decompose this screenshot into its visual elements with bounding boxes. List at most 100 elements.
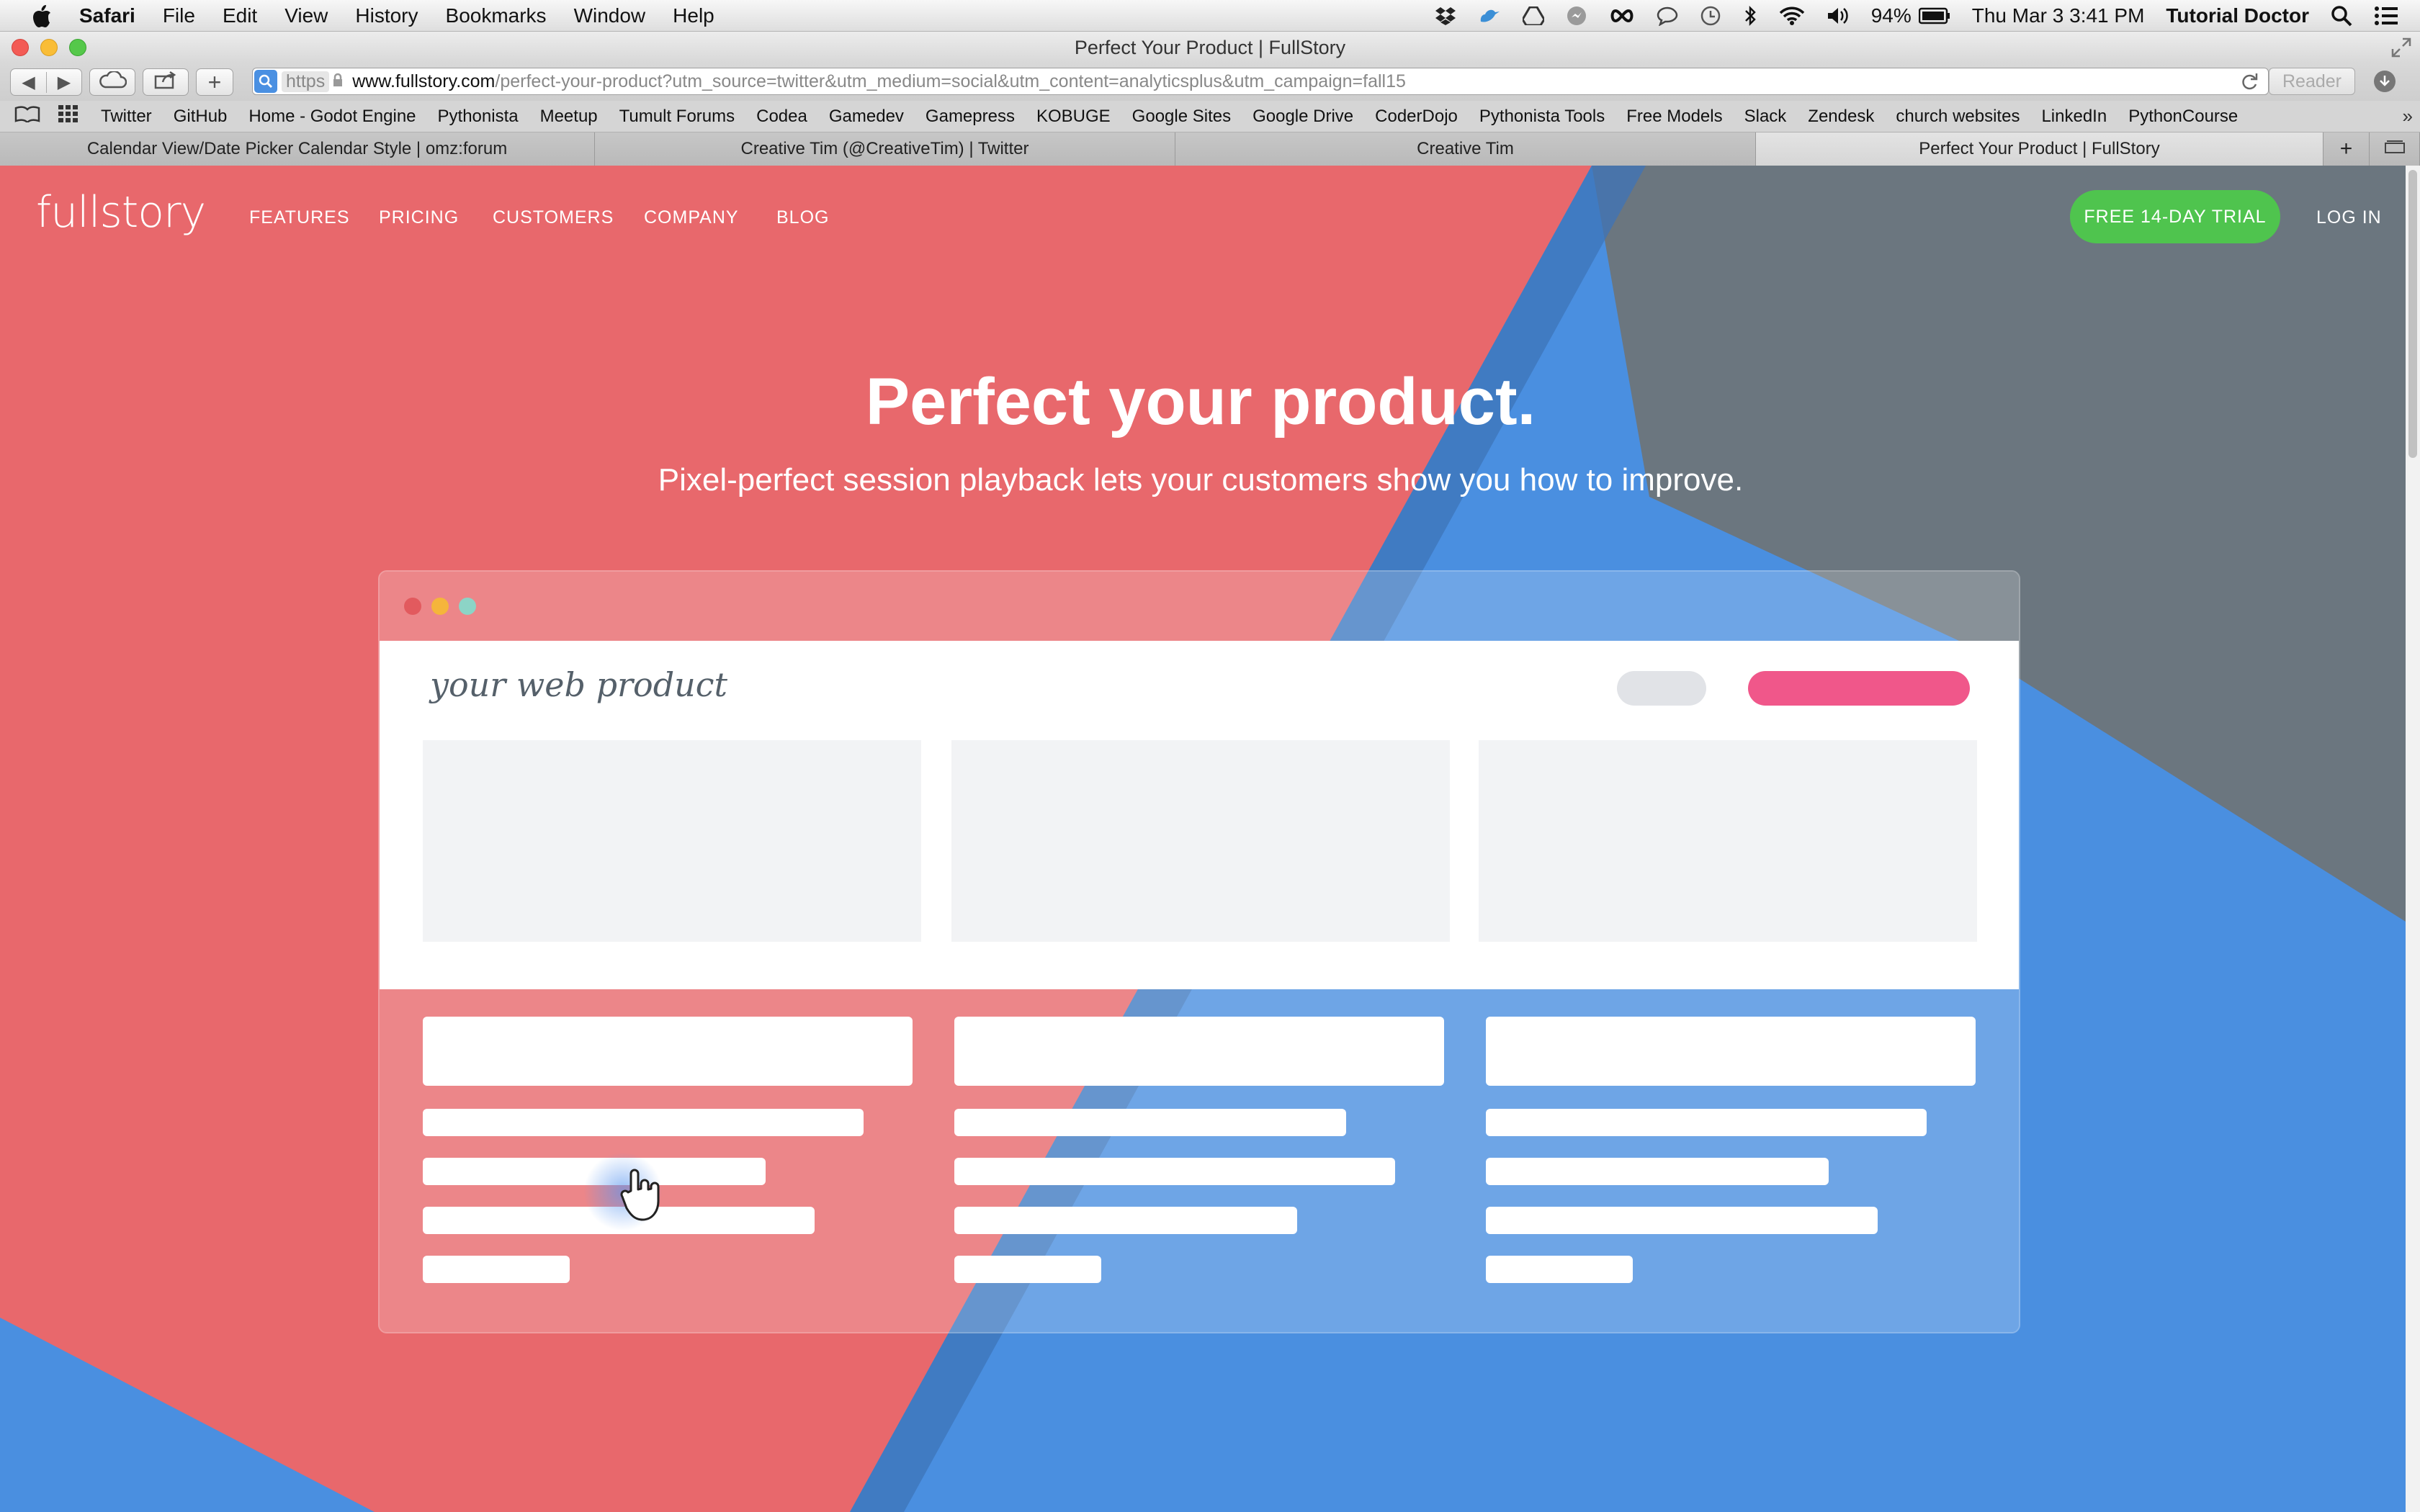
- menu-bar: Safari File Edit View History Bookmarks …: [0, 0, 2420, 32]
- bookmark-pythonista[interactable]: Pythonista: [438, 107, 519, 127]
- tab-bar: Calendar View/Date Picker Calendar Style…: [0, 132, 2420, 166]
- mockup-line: [954, 1256, 1101, 1283]
- reading-list-icon[interactable]: [14, 105, 40, 127]
- nav-company[interactable]: COMPANY: [644, 207, 739, 228]
- battery-icon[interactable]: [1918, 7, 1950, 24]
- mockup-zoom-dot: [459, 598, 476, 615]
- nav-blog[interactable]: BLOG: [776, 207, 829, 228]
- bookmark-tumult-forums[interactable]: Tumult Forums: [619, 107, 735, 127]
- tab-creative-tim[interactable]: Creative Tim: [1175, 132, 1756, 166]
- forward-icon[interactable]: ▶: [45, 71, 81, 93]
- menu-view[interactable]: View: [284, 4, 328, 27]
- free-trial-button[interactable]: FREE 14-DAY TRIAL: [2070, 190, 2280, 243]
- tab-label: Creative Tim: [1417, 139, 1514, 158]
- scrollbar-thumb[interactable]: [2408, 170, 2417, 458]
- mockup-card: [423, 740, 921, 942]
- fullstory-logo[interactable]: fullstory: [36, 187, 206, 238]
- apple-icon[interactable]: [26, 0, 58, 32]
- bookmark-codea[interactable]: Codea: [756, 107, 807, 127]
- close-window-button[interactable]: [12, 39, 29, 56]
- bookmark-godot[interactable]: Home - Godot Engine: [248, 107, 416, 127]
- dropbox-icon[interactable]: [1435, 6, 1456, 26]
- address-bar[interactable]: https www.fullstory.com /perfect-your-pr…: [252, 68, 2269, 95]
- notification-center-icon[interactable]: [2374, 6, 2398, 26]
- window-title-bar: Perfect Your Product | FullStory: [0, 32, 2420, 63]
- nav-pricing[interactable]: PRICING: [379, 207, 459, 228]
- tab-overview-button[interactable]: [2370, 132, 2420, 166]
- bookmark-coderdojo[interactable]: CoderDojo: [1375, 107, 1458, 127]
- mockup-card: [1479, 740, 1977, 942]
- mockup-logo-text: your web product: [430, 665, 728, 704]
- mockup-pink-pill: [1748, 671, 1970, 706]
- menu-window[interactable]: Window: [574, 4, 646, 27]
- bookmark-google-drive[interactable]: Google Drive: [1252, 107, 1353, 127]
- nav-features[interactable]: FEATURES: [249, 207, 350, 228]
- mockup-block: [954, 1017, 1444, 1086]
- minimize-window-button[interactable]: [40, 39, 58, 56]
- menu-app-safari[interactable]: Safari: [79, 4, 135, 27]
- icloud-tabs-button[interactable]: [89, 68, 135, 96]
- zoom-window-button[interactable]: [69, 39, 86, 56]
- new-tab-button[interactable]: +: [196, 68, 233, 96]
- bookmark-gamepress[interactable]: Gamepress: [926, 107, 1015, 127]
- tab-overview-icon: [2384, 139, 2406, 159]
- hero-headline: Perfect your product.: [865, 365, 1536, 438]
- user-name[interactable]: Tutorial Doctor: [2166, 4, 2309, 27]
- mockup-line: [954, 1158, 1395, 1185]
- back-forward-buttons: ◀ ▶: [10, 68, 82, 96]
- chat-bubble-icon[interactable]: [1657, 6, 1678, 26]
- menu-help[interactable]: Help: [673, 4, 714, 27]
- mockup-line: [423, 1109, 864, 1136]
- menu-history[interactable]: History: [355, 4, 418, 27]
- more-bookmarks-icon[interactable]: »: [2403, 105, 2413, 127]
- bookmark-kobuge[interactable]: KOBUGE: [1036, 107, 1111, 127]
- reader-button[interactable]: Reader: [2269, 68, 2355, 95]
- menu-edit[interactable]: Edit: [223, 4, 257, 27]
- menu-file[interactable]: File: [163, 4, 195, 27]
- bookmark-church-websites[interactable]: church websites: [1896, 107, 2020, 127]
- mockup-gray-pill: [1617, 671, 1706, 706]
- bird-app-icon[interactable]: [1478, 6, 1501, 26]
- spotlight-search-icon[interactable]: [2331, 5, 2352, 27]
- time-machine-icon[interactable]: [1700, 5, 1721, 27]
- share-icon: [154, 71, 177, 94]
- downloads-icon[interactable]: [2374, 71, 2396, 92]
- nav-customers[interactable]: CUSTOMERS: [493, 207, 614, 228]
- messenger-icon[interactable]: [1566, 5, 1587, 27]
- bluetooth-icon[interactable]: [1743, 5, 1757, 27]
- bookmark-gamedev[interactable]: Gamedev: [829, 107, 904, 127]
- fullscreen-icon[interactable]: [2391, 37, 2411, 61]
- mockup-line: [1486, 1158, 1829, 1185]
- bookmark-free-models[interactable]: Free Models: [1626, 107, 1722, 127]
- top-sites-icon[interactable]: [58, 104, 79, 128]
- bookmark-slack[interactable]: Slack: [1744, 107, 1787, 127]
- bookmark-twitter[interactable]: Twitter: [101, 107, 152, 127]
- reload-icon[interactable]: [2239, 71, 2259, 94]
- share-button[interactable]: [143, 68, 189, 96]
- url-host: www.fullstory.com: [352, 71, 496, 91]
- menu-bookmarks[interactable]: Bookmarks: [446, 4, 547, 27]
- search-icon: [254, 70, 277, 93]
- bookmark-google-sites[interactable]: Google Sites: [1132, 107, 1231, 127]
- bookmark-pythoncourse[interactable]: PythonCourse: [2128, 107, 2238, 127]
- infinity-icon[interactable]: [1609, 8, 1635, 24]
- mockup-line: [954, 1109, 1346, 1136]
- bookmark-github[interactable]: GitHub: [174, 107, 228, 127]
- bookmark-zendesk[interactable]: Zendesk: [1808, 107, 1874, 127]
- clock-datetime[interactable]: Thu Mar 3 3:41 PM: [1972, 4, 2145, 27]
- bookmark-pythonista-tools[interactable]: Pythonista Tools: [1479, 107, 1605, 127]
- back-icon[interactable]: ◀: [11, 72, 46, 93]
- bookmark-linkedin[interactable]: LinkedIn: [2041, 107, 2107, 127]
- add-tab-button[interactable]: +: [2323, 132, 2370, 166]
- volume-icon[interactable]: [1827, 6, 1850, 26]
- tab-fullstory[interactable]: Perfect Your Product | FullStory: [1756, 132, 2323, 166]
- wifi-icon[interactable]: [1779, 6, 1805, 26]
- bookmark-meetup[interactable]: Meetup: [540, 107, 598, 127]
- login-link[interactable]: LOG IN: [2316, 207, 2382, 228]
- tab-omz-forum[interactable]: Calendar View/Date Picker Calendar Style…: [0, 132, 595, 166]
- google-drive-icon[interactable]: [1522, 6, 1544, 25]
- tab-creativetim-twitter[interactable]: Creative Tim (@CreativeTim) | Twitter: [595, 132, 1175, 166]
- cloud-icon: [98, 70, 127, 94]
- mockup-window-bar: [380, 572, 2019, 641]
- page-scrollbar[interactable]: [2406, 166, 2420, 1512]
